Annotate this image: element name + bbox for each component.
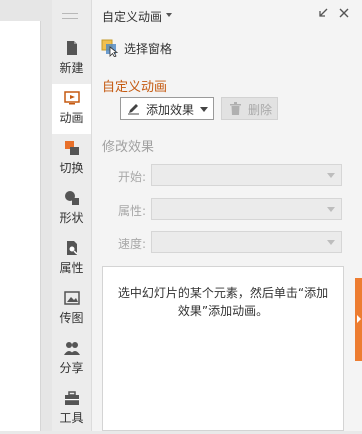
delete-button[interactable]: 删除 [221,97,278,120]
toolbar-share-label: 分享 [59,361,84,375]
toolbar-toolbox-button[interactable]: 工具 [52,384,91,434]
trash-icon [229,102,242,119]
toolbar-new-button[interactable]: 新建 [52,34,91,84]
share-icon [64,340,80,356]
slide-canvas-area [0,0,52,431]
toolbar-transition-button[interactable]: 切换 [52,134,91,184]
select-pane-label: 选择窗格 [124,42,173,56]
side-toolbar: 新建 动画 切换 形状 属性 传图 分享 工具 [52,0,91,431]
speed-label: 速度: [118,237,147,251]
chevron-down-icon [200,107,208,112]
chevron-down-icon [327,240,335,245]
start-label: 开始: [118,170,147,184]
toolbox-icon [64,390,80,406]
toolbar-property-label: 属性 [59,261,84,275]
toolbar-animation-label: 动画 [59,111,84,125]
transition-icon [64,140,80,156]
add-effect-button[interactable]: 添加效果 [120,97,214,120]
toolbar-image-button[interactable]: 传图 [52,284,91,334]
close-icon[interactable] [337,6,351,20]
property-icon [64,240,80,256]
toolbar-image-label: 传图 [59,311,84,325]
collapse-icon[interactable] [316,6,330,20]
speed-select[interactable] [151,231,342,253]
toolbar-property-button[interactable]: 属性 [52,234,91,284]
chevron-down-icon[interactable] [166,13,172,17]
toolbar-animation-button[interactable]: 动画 [52,84,91,134]
chevron-right-icon [357,315,361,323]
toolbar-toolbox-label: 工具 [59,411,84,425]
modify-effect-title: 修改效果 [102,140,155,155]
empty-hint: 选中幻灯片的某个元素，然后单击“添加效果”添加动画。 [117,286,329,318]
panel-expand-tab[interactable] [355,278,362,361]
toolbar-new-label: 新建 [59,61,84,75]
animation-icon [64,90,80,106]
animation-list[interactable]: 选中幻灯片的某个元素，然后单击“添加效果”添加动画。 [102,266,344,431]
chevron-down-icon [327,207,335,212]
toolbar-grip[interactable] [62,13,78,19]
pencil-icon [127,102,140,118]
panel-title[interactable]: 自定义动画 [102,8,162,25]
toolbar-shape-button[interactable]: 形状 [52,184,91,234]
section-title: 自定义动画 [102,80,168,95]
image-icon [64,290,80,306]
toolbar-transition-label: 切换 [59,161,84,175]
chevron-down-icon [327,173,335,178]
new-icon [64,40,80,56]
shape-icon [64,190,80,206]
toolbar-share-button[interactable]: 分享 [52,334,91,384]
delete-label: 删除 [248,103,273,117]
property-select[interactable] [151,198,342,220]
property-label: 属性: [118,204,147,218]
slide-page[interactable] [0,21,41,431]
custom-animation-panel: 自定义动画 选择窗格 自定义动画 添加效果 删除 修改效果 开始: 属性: 速度… [91,0,362,431]
add-effect-label: 添加效果 [146,103,195,117]
toolbar-shape-label: 形状 [59,211,84,225]
start-select[interactable] [151,164,342,186]
select-pane-icon [101,39,119,60]
